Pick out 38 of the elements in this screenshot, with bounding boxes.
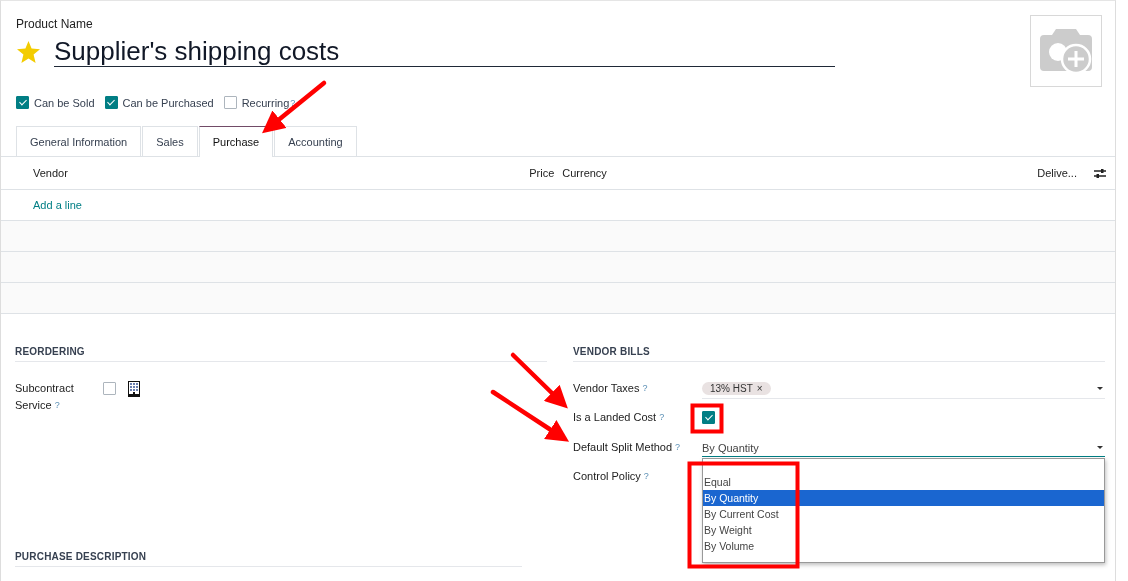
tab[interactable]: Accounting: [274, 126, 357, 156]
highlight-box: [690, 403, 724, 434]
column-header: Delive...: [1037, 167, 1077, 179]
field-label: Product Name: [16, 17, 94, 31]
checkbox[interactable]: [223, 96, 237, 109]
dropdown-option[interactable]: Equal: [703, 474, 1104, 490]
column-header: Price: [529, 167, 555, 179]
tab[interactable]: General Information: [16, 126, 142, 156]
add-line-link[interactable]: Add a line: [33, 199, 82, 211]
dropdown-option[interactable]: By Quantity: [703, 490, 1104, 506]
annotation-arrow: [510, 352, 568, 409]
column-header: Currency: [562, 167, 608, 179]
checkbox-label: Recurring: [241, 96, 290, 109]
dropdown-option[interactable]: By Current Cost: [703, 506, 1104, 522]
caret-icon[interactable]: [1097, 387, 1103, 390]
column-header: Vendor: [33, 167, 69, 179]
checkbox-label: Can be Purchased: [122, 96, 214, 109]
remove-tag-icon[interactable]: ×: [756, 383, 763, 394]
settings-sliders-icon[interactable]: [1094, 167, 1106, 179]
camera-add-icon: [1038, 27, 1094, 75]
building-icon[interactable]: [128, 380, 140, 397]
tax-tag[interactable]: 13% HST ×: [702, 382, 771, 395]
checkbox[interactable]: [16, 96, 29, 109]
dropdown-option[interactable]: By Volume: [703, 538, 1104, 554]
star-icon[interactable]: [16, 40, 41, 64]
help-icon[interactable]: ?: [290, 97, 296, 108]
checkbox[interactable]: [702, 411, 715, 424]
section-title: PURCHASE DESCRIPTION: [15, 551, 522, 567]
checkbox-label: Can be Sold: [34, 96, 95, 109]
tab[interactable]: Sales: [142, 126, 198, 156]
section-title: REORDERING: [15, 346, 547, 362]
dropdown-list[interactable]: Equal By Quantity By Current Cost By Weight By Volume: [702, 458, 1105, 563]
tab[interactable]: Purchase: [198, 126, 274, 157]
dropdown-option[interactable]: By Weight: [703, 522, 1104, 538]
section-title: VENDOR BILLS: [573, 346, 1105, 362]
product-name-field[interactable]: Supplier's shipping costs: [54, 37, 835, 67]
checkbox[interactable]: [103, 382, 116, 395]
checkbox[interactable]: [104, 96, 118, 109]
